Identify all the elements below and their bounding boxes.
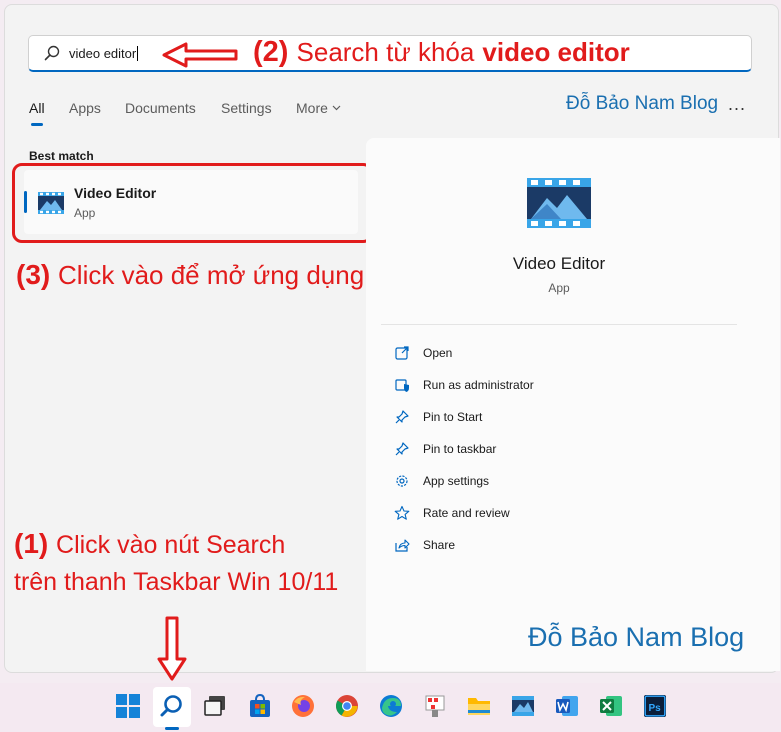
detail-app-subtitle: App — [548, 281, 570, 295]
annotation-step2-text: Search từ khóa — [296, 37, 475, 67]
search-icon[interactable] — [159, 693, 185, 719]
firefox-icon[interactable] — [290, 693, 316, 719]
video-editor-icon[interactable] — [510, 693, 536, 719]
edge-icon[interactable] — [378, 693, 404, 719]
tab-settings[interactable]: Settings — [221, 100, 272, 116]
annotation-step3: (3) Click vào để mở ứng dụng — [16, 259, 364, 291]
gear-icon — [396, 475, 408, 487]
video-editor-large-icon — [527, 178, 591, 228]
search-query-text: video editor — [69, 46, 139, 61]
action-app-settings[interactable]: App settings — [394, 471, 694, 493]
arrow-down-annotation — [157, 616, 187, 681]
excel-icon[interactable] — [598, 693, 624, 719]
app-detail-pane: Video Editor App Open Run as administrat… — [366, 138, 780, 671]
action-pin-to-start[interactable]: Pin to Start — [394, 407, 694, 429]
tab-apps[interactable]: Apps — [69, 100, 101, 116]
tab-more-label: More — [296, 100, 328, 116]
annotation-step3-text: Click vào để mở ứng dụng — [58, 260, 365, 290]
text-caret — [137, 46, 139, 61]
taskbar: Ps — [0, 683, 781, 732]
arrow-left-annotation — [162, 42, 238, 68]
more-options-button[interactable]: ... — [728, 94, 746, 115]
taskbar-active-indicator — [165, 727, 179, 730]
divider — [381, 324, 737, 325]
best-match-heading: Best match — [29, 149, 94, 163]
shield-icon — [395, 379, 409, 392]
action-label: App settings — [423, 474, 490, 488]
search-icon — [44, 45, 60, 61]
pin-icon — [395, 410, 409, 424]
blog-watermark-top: Đỗ Bảo Nam Blog — [566, 93, 719, 114]
action-share[interactable]: Share — [394, 535, 694, 557]
active-tab-indicator — [31, 123, 43, 126]
annotation-step1-line2: trên thanh Taskbar Win 10/11 — [14, 568, 339, 596]
file-explorer-icon[interactable] — [466, 693, 492, 719]
action-label: Share — [423, 538, 456, 552]
tab-documents[interactable]: Documents — [125, 100, 196, 116]
word-icon[interactable] — [554, 693, 580, 719]
open-external-icon — [395, 346, 409, 360]
chevron-down-icon — [332, 105, 341, 111]
annotation-highlight-box — [12, 163, 373, 243]
star-icon — [394, 505, 410, 520]
action-run-as-admin[interactable]: Run as administrator — [394, 375, 694, 397]
tab-more[interactable]: More — [296, 100, 341, 116]
windows-start-icon[interactable] — [115, 693, 141, 719]
annotation-step2-number: (2) — [253, 36, 289, 68]
svg-text:Ps: Ps — [649, 703, 662, 714]
share-icon — [395, 539, 410, 552]
task-view-icon[interactable] — [202, 693, 228, 719]
annotation-step3-number: (3) — [16, 259, 51, 290]
search-value: video editor — [69, 46, 137, 61]
microsoft-store-icon[interactable] — [247, 693, 273, 719]
action-open[interactable]: Open — [394, 343, 694, 365]
tab-all[interactable]: All — [29, 100, 45, 116]
action-label: Open — [423, 346, 453, 360]
annotation-step2: (2) Search từ khóa video editor — [253, 36, 630, 69]
blog-watermark-bottom: Đỗ Bảo Nam Blog — [528, 622, 745, 652]
action-label: Pin to taskbar — [423, 442, 497, 456]
app-icon[interactable] — [422, 693, 448, 719]
action-rate-and-review[interactable]: Rate and review — [394, 503, 694, 525]
annotation-step1-number: (1) — [14, 528, 49, 559]
action-pin-to-taskbar[interactable]: Pin to taskbar — [394, 439, 694, 461]
detail-app-title: Video Editor — [512, 254, 606, 273]
annotation-step2-keyword: video editor — [482, 37, 630, 67]
action-label: Rate and review — [423, 506, 510, 520]
photoshop-icon[interactable]: Ps — [642, 693, 668, 719]
annotation-step1-text: Click vào nút Search — [56, 531, 286, 559]
pin-icon — [395, 442, 409, 456]
chrome-icon[interactable] — [334, 693, 360, 719]
action-label: Run as administrator — [423, 378, 534, 392]
action-label: Pin to Start — [423, 410, 483, 424]
annotation-step1: (1) Click vào nút Search — [14, 528, 285, 560]
